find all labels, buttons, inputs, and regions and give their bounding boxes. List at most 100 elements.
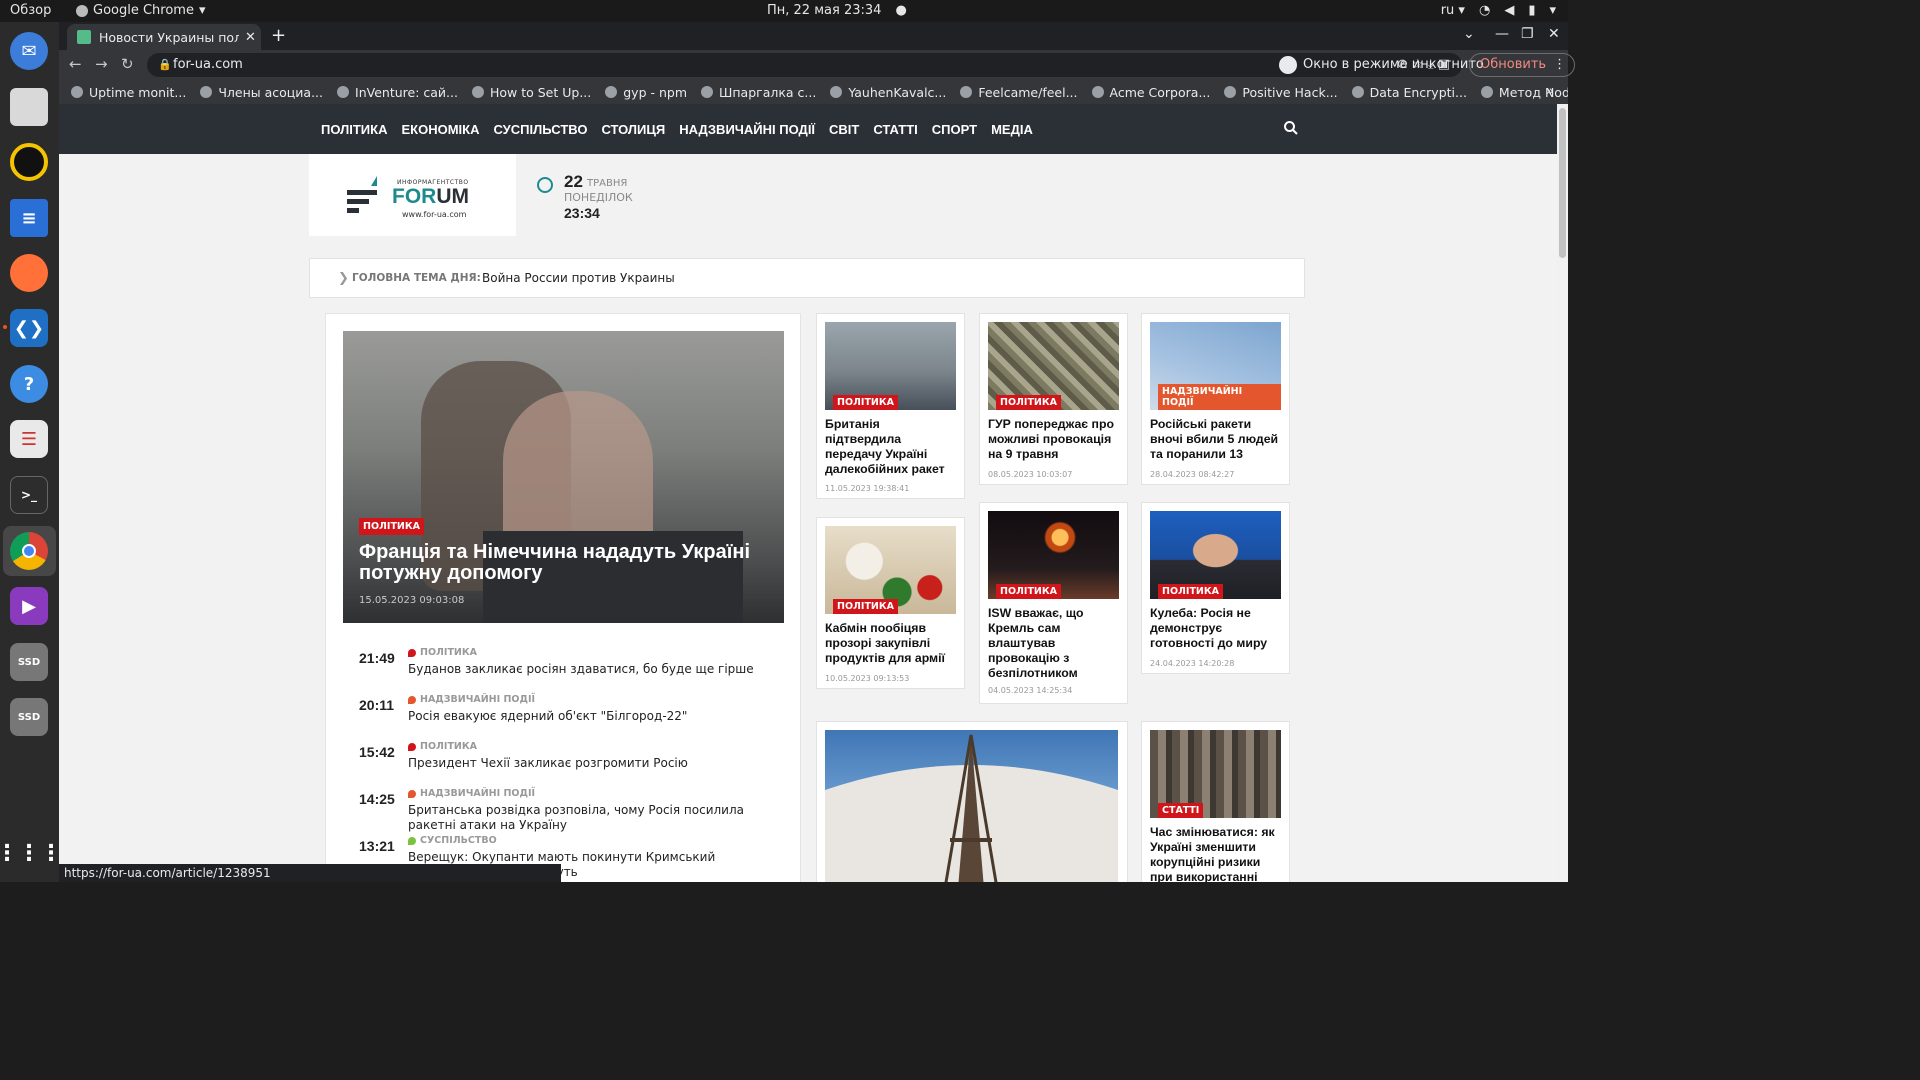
article-thumbnail[interactable]: НАДЗВИЧАЙНІ ПОДІЇ [1150, 322, 1281, 410]
feed-category[interactable]: НАДЗВИЧАЙНІ ПОДІЇ [408, 788, 535, 799]
article-thumbnail[interactable]: ПОЛІТИКА [988, 511, 1119, 599]
article-thumbnail[interactable]: ПОЛІТИКА [825, 322, 956, 410]
feed-category[interactable]: ПОЛІТИКА [408, 741, 477, 752]
feed-category[interactable]: ПОЛІТИКА [408, 647, 477, 658]
nav-item[interactable]: СПОРТ [932, 122, 977, 137]
category-badge[interactable]: НАДЗВИЧАЙНІ ПОДІЇ [1158, 384, 1281, 410]
scrollbar-thumb[interactable] [1559, 108, 1566, 258]
main-topic-link[interactable]: Война России против Украины [482, 271, 675, 285]
bookmark-item[interactable]: gyp - npm [605, 85, 687, 100]
category-badge[interactable]: ПОЛІТИКА [1158, 584, 1223, 599]
hero-category-badge[interactable]: ПОЛІТИКА [359, 518, 424, 535]
app-menu[interactable]: Google Chrome ▾ [76, 3, 206, 18]
media-player-icon[interactable]: ▶ [10, 587, 48, 625]
close-window-icon[interactable]: ✕ [1548, 26, 1560, 42]
rhythmbox-icon[interactable] [10, 143, 48, 181]
article-card[interactable]: НАДЗВИЧАЙНІ ПОДІЇ Російські ракети вночі … [1141, 313, 1290, 485]
feed-headline[interactable]: Британська розвідка розповіла, чому Росі… [408, 803, 778, 833]
bookmark-item[interactable]: Feelcame/feel... [960, 85, 1078, 100]
vscode-icon[interactable]: ❮❯ [10, 309, 48, 347]
kebab-menu-icon[interactable]: ⋮ [1553, 54, 1566, 76]
feed-item[interactable]: 20:11 НАДЗВИЧАЙНІ ПОДІЇ Росія евакуює ядер… [359, 694, 779, 741]
terminal-icon[interactable]: >_ [10, 476, 48, 514]
files-icon[interactable] [10, 88, 48, 126]
help-icon[interactable]: ? [10, 365, 48, 403]
article-title[interactable]: Час змінюватися: як Україні зменшити кор… [1150, 825, 1284, 882]
bookmark-item[interactable]: Acme Corpora... [1091, 85, 1210, 100]
category-badge[interactable]: ПОЛІТИКА [833, 599, 898, 614]
article-title[interactable]: Кабмін пообіцяв прозорі закупівлі продук… [825, 621, 959, 666]
bookmark-item[interactable]: How to Set Up... [471, 85, 591, 100]
system-tray[interactable]: ru ▾ ◔ ◀ ▮ ▾ [1441, 3, 1556, 18]
nav-item[interactable]: МЕДІА [991, 122, 1033, 137]
app-grid-icon[interactable]: ⋮⋮⋮ [0, 834, 62, 872]
category-badge[interactable]: ПОЛІТИКА [833, 395, 898, 410]
chrome-dock-icon[interactable] [10, 532, 48, 570]
nav-item[interactable]: СТОЛИЦЯ [601, 122, 665, 137]
category-badge[interactable]: ПОЛІТИКА [996, 395, 1061, 410]
firefox-icon[interactable] [10, 254, 48, 292]
category-badge[interactable]: ПОЛІТИКА [996, 584, 1061, 599]
bookmark-item[interactable]: Uptime monit... [71, 85, 186, 100]
bookmark-item[interactable]: Шпаргалка с... [701, 85, 816, 100]
minimize-icon[interactable]: — [1495, 26, 1509, 42]
bookmarks-overflow-button[interactable]: » [1546, 84, 1554, 99]
feed-category[interactable]: НАДЗВИЧАЙНІ ПОДІЇ [408, 694, 535, 705]
address-bar[interactable]: 🔒 for-ua.com ⊘ ☆ ⤓ ▣ [147, 53, 1462, 77]
hero-headline[interactable]: Франція та Німеччина нададуть Україні по… [359, 542, 759, 584]
page-scrollbar[interactable] [1557, 104, 1568, 882]
incognito-indicator[interactable]: Окно в режиме инкогнито [1279, 53, 1484, 77]
article-title[interactable]: Кулеба: Росія не демонструє готовності д… [1150, 606, 1284, 651]
back-icon[interactable]: ← [69, 55, 82, 73]
article-card[interactable]: ПОЛІТИКА Британія підтвердила передачу Ук… [816, 313, 965, 499]
ssd-drive-icon[interactable]: SSD [10, 698, 48, 736]
keyboard-layout[interactable]: ru ▾ [1441, 3, 1465, 18]
nav-item[interactable]: НАДЗВИЧАЙНІ ПОДІЇ [679, 122, 815, 137]
forward-icon[interactable]: → [95, 55, 108, 73]
category-badge[interactable]: СТАТТІ [1158, 803, 1204, 818]
feed-item[interactable]: 14:25 НАДЗВИЧАЙНІ ПОДІЇ Британська розвідк… [359, 788, 779, 835]
article-title[interactable]: Російські ракети вночі вбили 5 людей та … [1150, 417, 1284, 462]
article-thumbnail[interactable]: СТАТТІ [1150, 730, 1281, 818]
article-card[interactable]: ПОЛІТИКА ISW вважає, що Кремль сам влашту… [979, 502, 1128, 704]
bookmark-item[interactable]: Члены асоциа... [200, 85, 323, 100]
browser-tab[interactable]: Новости Украины полит ✕ [67, 24, 261, 50]
system-clock[interactable]: Пн, 22 мая 23:34 ● [767, 3, 907, 18]
bookmark-item[interactable]: Data Encrypti... [1351, 85, 1467, 100]
site-logo[interactable]: ИНФОРМАГЕНТСТВО FORUM www.for-ua.com [309, 154, 516, 236]
article-card[interactable]: ПОЛІТИКА Кулеба: Росія не демонструє гото… [1141, 502, 1290, 674]
search-icon[interactable] [1283, 120, 1299, 136]
article-thumbnail[interactable]: ПОЛІТИКА [1150, 511, 1281, 599]
feed-item[interactable]: 21:49 ПОЛІТИКА Буданов закликає росіян зда… [359, 647, 779, 694]
hero-article[interactable]: ПОЛІТИКА Франція та Німеччина нададуть У… [343, 331, 784, 623]
bookmark-item[interactable]: InVenture: сай... [337, 85, 458, 100]
new-tab-button[interactable]: + [271, 25, 286, 46]
feed-item[interactable]: 15:42 ПОЛІТИКА Президент Чехії закликає ро… [359, 741, 779, 788]
article-card[interactable]: ПОЛІТИКА Кабмін пообіцяв прозорі закупівл… [816, 517, 965, 689]
feed-headline[interactable]: Буданов закликає росіян здаватися, бо бу… [408, 662, 778, 677]
nav-item[interactable]: СТАТТІ [873, 122, 917, 137]
close-tab-icon[interactable]: ✕ [245, 30, 256, 45]
wide-article-card[interactable] [816, 721, 1128, 882]
update-button[interactable]: Обновить ⋮ [1469, 53, 1576, 77]
bookmark-item[interactable]: YauhenKavalc... [830, 85, 946, 100]
activities-button[interactable]: Обзор [10, 3, 51, 18]
maximize-icon[interactable]: ❐ [1521, 26, 1534, 42]
nav-item[interactable]: СВІТ [829, 122, 859, 137]
ssd-drive-icon[interactable]: SSD [10, 643, 48, 681]
bookmark-item[interactable]: Метод Node.j... [1480, 85, 1568, 100]
nav-item[interactable]: СУСПІЛЬСТВО [493, 122, 587, 137]
bookmark-item[interactable]: Positive Hack... [1224, 85, 1338, 100]
article-thumbnail[interactable]: ПОЛІТИКА [988, 322, 1119, 410]
nav-item[interactable]: ЕКОНОМІКА [401, 122, 479, 137]
document-viewer-icon[interactable]: ☰ [10, 420, 48, 458]
article-title[interactable]: ГУР попереджає про можливі провокація на… [988, 417, 1122, 462]
article-title[interactable]: Британія підтвердила передачу Україні да… [825, 417, 959, 477]
tab-search-icon[interactable]: ⌄ [1463, 26, 1475, 42]
feed-headline[interactable]: Президент Чехії закликає розгромити Росі… [408, 756, 778, 771]
nav-item[interactable]: ПОЛІТИКА [321, 122, 387, 137]
article-card[interactable]: СТАТТІ Час змінюватися: як Україні зменши… [1141, 721, 1290, 882]
feed-headline[interactable]: Росія евакуює ядерний об'єкт "Білгород-2… [408, 709, 778, 724]
article-card[interactable]: ПОЛІТИКА ГУР попереджає про можливі прово… [979, 313, 1128, 485]
article-title[interactable]: ISW вважає, що Кремль сам влаштував пров… [988, 606, 1122, 681]
